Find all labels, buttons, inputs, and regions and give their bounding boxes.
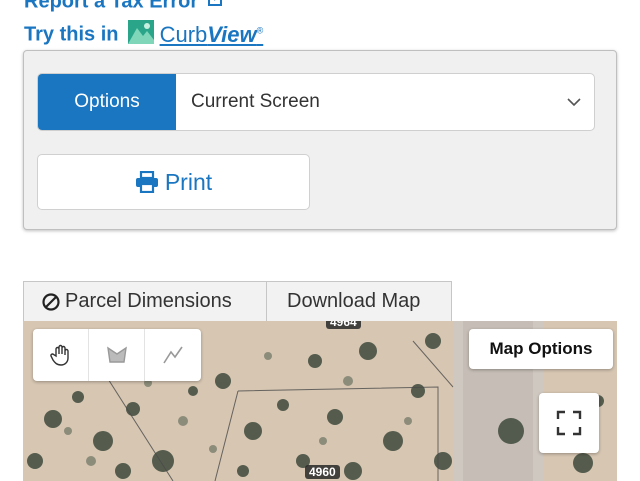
report-tax-error-label: Report a Tax Error [24,0,199,13]
printer-icon [135,171,158,193]
map-options-button[interactable]: Map Options [469,329,613,369]
parcel-number-label: 4960 [305,465,340,479]
print-button[interactable]: Print [37,154,310,210]
tab-parcel-label: Parcel Dimensions [65,290,232,312]
chevron-down-icon [566,94,582,115]
try-prefix-label: Try this in [24,23,119,46]
tab-download-map[interactable]: Download Map [266,281,452,321]
curbview-wordmark: CurbView® [159,22,264,47]
fullscreen-icon [556,410,582,436]
tab-download-label: Download Map [287,290,421,312]
tab-parcel-dimensions[interactable]: Parcel Dimensions [23,281,267,321]
external-link-icon [206,0,224,14]
draw-toolbar [33,329,201,381]
map-view[interactable]: Map Options 4960 4964 [23,321,617,481]
try-curbview-link[interactable]: Try this in CurbView® [24,20,263,50]
print-options-panel: Options Current Screen Print [23,50,617,230]
options-label: Options [38,74,176,130]
options-select[interactable]: Options Current Screen [37,73,595,131]
print-label: Print [164,168,213,195]
pan-hand-icon[interactable] [33,329,89,381]
fullscreen-button[interactable] [539,393,599,453]
draw-polygon-icon[interactable] [89,329,145,381]
curbview-logo-icon [128,20,155,50]
select-current-value: Current Screen [191,91,320,112]
draw-line-icon[interactable] [145,329,201,381]
ban-icon [42,292,60,311]
report-tax-error-link[interactable]: Report a Tax Error [24,0,224,14]
parcel-number-label: 4964 [326,321,361,329]
